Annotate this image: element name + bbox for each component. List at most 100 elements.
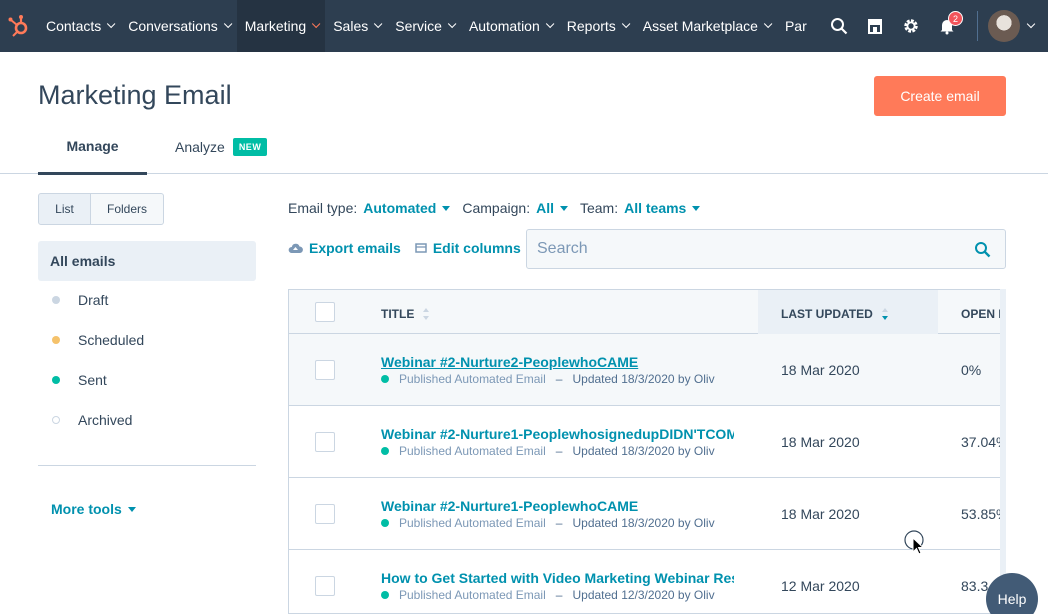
campaign-dropdown[interactable]: All xyxy=(536,200,568,216)
team-dropdown[interactable]: All teams xyxy=(624,200,701,216)
sort-icon xyxy=(423,308,430,320)
chevron-down-icon xyxy=(447,19,457,29)
nav-service[interactable]: Service xyxy=(387,0,461,52)
table-actions: Export emails Edit columns xyxy=(288,240,535,256)
chevron-down-icon xyxy=(374,19,383,29)
nav-asset-marketplace[interactable]: Asset Marketplace xyxy=(635,0,777,52)
nav-reports[interactable]: Reports xyxy=(559,0,635,52)
tab-analyze[interactable]: Analyze NEW xyxy=(175,138,268,156)
new-badge: NEW xyxy=(232,138,268,156)
export-emails-button[interactable]: Export emails xyxy=(288,240,401,256)
sidebar-divider xyxy=(38,465,256,466)
search-input[interactable]: Search xyxy=(526,229,1006,269)
table-header: TITLE LAST UPDATED OPEN R xyxy=(289,290,1006,334)
caret-down-icon xyxy=(127,506,136,512)
tab-manage[interactable]: Manage xyxy=(38,138,147,175)
tabs: Manage Analyze NEW xyxy=(0,130,1048,175)
campaign-label: Campaign: xyxy=(462,200,531,216)
last-updated-cell: 12 Mar 2020 xyxy=(781,578,860,594)
notification-badge: 2 xyxy=(948,11,963,26)
chevron-down-icon xyxy=(621,19,631,29)
email-type-dropdown[interactable]: Automated xyxy=(363,200,451,216)
notifications-bell-icon[interactable]: 2 xyxy=(929,0,965,52)
caret-down-icon xyxy=(692,205,701,211)
row-checkbox[interactable] xyxy=(315,504,335,524)
sidebar-item-archived[interactable]: Archived xyxy=(52,412,132,428)
table-row[interactable]: Webinar #2-Nurture1-PeoplewhosignedupDID… xyxy=(289,406,1006,478)
col-last-updated-header[interactable]: LAST UPDATED xyxy=(781,307,889,321)
nav-sales[interactable]: Sales xyxy=(325,0,387,52)
nav-icons: 2 xyxy=(821,0,1048,52)
view-list-button[interactable]: List xyxy=(38,193,91,225)
sidebar-item-sent[interactable]: Sent xyxy=(52,372,107,388)
email-type-label: Email type: xyxy=(288,200,358,216)
chevron-down-icon xyxy=(763,19,773,29)
caret-down-icon xyxy=(442,205,451,211)
sidebar-item-draft[interactable]: Draft xyxy=(52,292,108,308)
row-checkbox[interactable] xyxy=(315,576,335,596)
edit-columns-button[interactable]: Edit columns xyxy=(415,240,521,256)
sidebar-item-all-emails[interactable]: All emails xyxy=(38,241,256,281)
mouse-cursor-icon xyxy=(904,530,925,555)
create-email-button[interactable]: Create email xyxy=(874,76,1006,116)
email-meta: Published Automated Email – Updated 12/3… xyxy=(381,588,734,602)
page-title: Marketing Email xyxy=(38,80,232,110)
top-nav: Contacts Conversations Marketing Sales S… xyxy=(0,0,1048,52)
nav-automation[interactable]: Automation xyxy=(461,0,559,52)
chevron-down-icon xyxy=(107,19,116,29)
search-icon[interactable] xyxy=(821,0,857,52)
email-title-link[interactable]: How to Get Started with Video Marketing … xyxy=(381,570,734,586)
email-meta: Published Automated Email – Updated 18/3… xyxy=(381,516,734,530)
avatar[interactable] xyxy=(988,10,1020,42)
nav-partner[interactable]: Par xyxy=(777,0,815,52)
table-row[interactable]: Webinar #2-Nurture1-PeoplewhoCAME Publis… xyxy=(289,478,1006,550)
gear-icon[interactable] xyxy=(893,0,929,52)
chevron-down-icon xyxy=(545,19,555,29)
email-title-link[interactable]: Webinar #2-Nurture2-PeoplewhoCAME xyxy=(381,354,734,370)
sort-desc-icon xyxy=(881,308,888,320)
view-folders-button[interactable]: Folders xyxy=(91,193,164,225)
hubspot-logo-icon[interactable] xyxy=(0,0,38,52)
marketplace-icon[interactable] xyxy=(857,0,893,52)
open-rate-cell: 0% xyxy=(961,362,982,378)
nav-contacts[interactable]: Contacts xyxy=(38,0,120,52)
status-dot-icon xyxy=(52,416,60,424)
team-label: Team: xyxy=(579,200,619,216)
last-updated-cell: 18 Mar 2020 xyxy=(781,362,860,378)
chevron-down-icon xyxy=(312,19,321,29)
chevron-down-icon[interactable] xyxy=(1026,19,1036,29)
status-dot-icon xyxy=(52,296,60,304)
status-dot-icon xyxy=(381,591,389,599)
email-meta: Published Automated Email – Updated 18/3… xyxy=(381,444,734,458)
row-checkbox[interactable] xyxy=(315,360,335,380)
status-dot-icon xyxy=(381,519,389,527)
search-icon[interactable] xyxy=(974,241,991,258)
row-checkbox[interactable] xyxy=(315,432,335,452)
chevron-down-icon xyxy=(223,19,233,29)
sidebar-item-scheduled[interactable]: Scheduled xyxy=(52,332,144,348)
select-all-checkbox[interactable] xyxy=(315,302,335,322)
email-title-link[interactable]: Webinar #2-Nurture1-PeoplewhoCAME xyxy=(381,498,734,514)
nav-divider xyxy=(977,11,978,41)
help-button[interactable]: Help xyxy=(986,573,1038,614)
nav-conversations[interactable]: Conversations xyxy=(120,0,237,52)
caret-down-icon xyxy=(559,205,568,211)
more-tools-dropdown[interactable]: More tools xyxy=(51,501,136,517)
table-row[interactable]: How to Get Started with Video Marketing … xyxy=(289,550,1006,613)
status-dot-icon xyxy=(381,447,389,455)
email-title-link[interactable]: Webinar #2-Nurture1-PeoplewhosignedupDID… xyxy=(381,426,734,442)
last-updated-cell: 18 Mar 2020 xyxy=(781,506,860,522)
last-updated-cell: 18 Mar 2020 xyxy=(781,434,860,450)
nav-marketing[interactable]: Marketing xyxy=(236,0,326,52)
filters-bar: Email type: Automated Campaign: All Team… xyxy=(288,200,712,216)
open-rate-cell: 83.3 xyxy=(961,578,989,594)
view-toggle: List Folders xyxy=(38,193,164,225)
emails-table: TITLE LAST UPDATED OPEN R Webinar #2-Nur… xyxy=(288,289,1006,614)
status-dot-icon xyxy=(52,336,60,344)
table-row[interactable]: Webinar #2-Nurture2-PeoplewhoCAME Publis… xyxy=(289,334,1006,406)
status-dot-icon xyxy=(52,376,60,384)
table-scrollbar[interactable] xyxy=(1000,289,1006,614)
columns-icon xyxy=(415,243,427,253)
email-meta: Published Automated Email – Updated 18/3… xyxy=(381,372,734,386)
col-title-header[interactable]: TITLE xyxy=(381,307,430,321)
